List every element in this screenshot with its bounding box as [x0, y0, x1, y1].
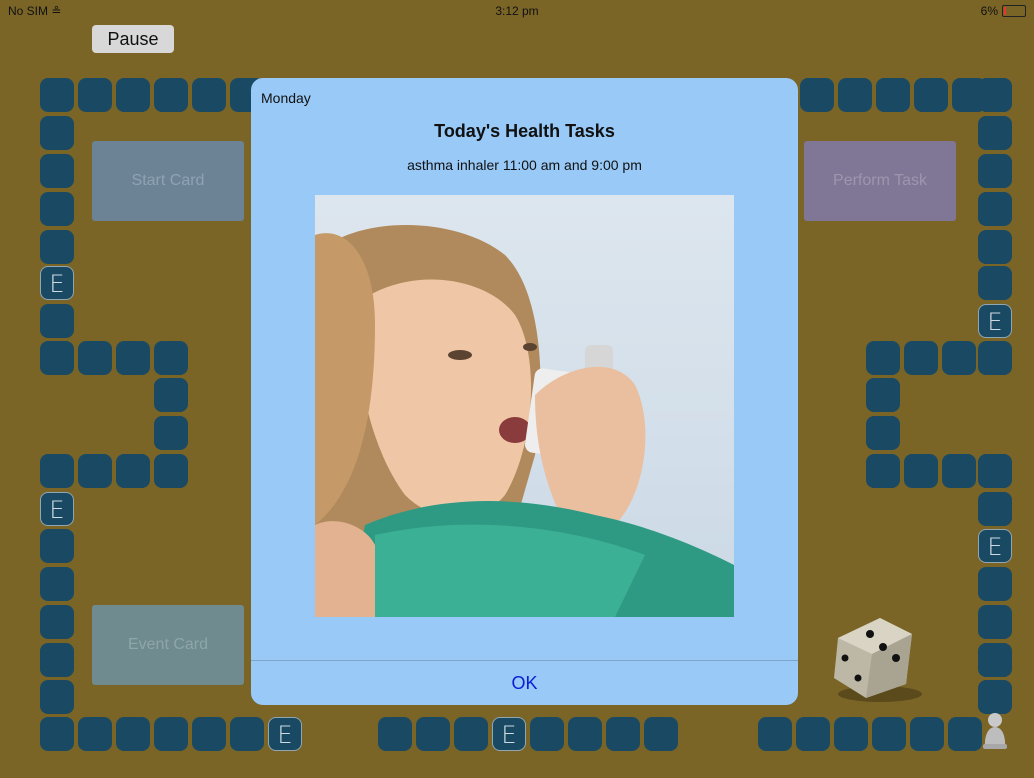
- board-tile: [40, 116, 74, 150]
- board-tile: [154, 454, 188, 488]
- board-tile: [866, 454, 900, 488]
- board-tile: [866, 341, 900, 375]
- board-tile: [40, 154, 74, 188]
- pause-button[interactable]: Pause: [92, 25, 174, 53]
- event-card-button[interactable]: Event Card: [92, 605, 244, 685]
- board-tile: [978, 154, 1012, 188]
- board-tile: [40, 304, 74, 338]
- board-tile: [192, 717, 226, 751]
- day-label: Monday: [261, 90, 311, 106]
- board-tile: [40, 341, 74, 375]
- board-tile: [154, 717, 188, 751]
- board-tile: [904, 454, 938, 488]
- board-tile: [914, 78, 948, 112]
- board-tile: [838, 78, 872, 112]
- board-tile: [978, 454, 1012, 488]
- board-tile: [978, 492, 1012, 526]
- battery-percent: 6%: [980, 4, 998, 18]
- board-tile: [78, 717, 112, 751]
- board-tile: [78, 454, 112, 488]
- board-tile: [40, 192, 74, 226]
- board-tile: [910, 717, 944, 751]
- board-tile: [876, 78, 910, 112]
- board-tile: [978, 680, 1012, 714]
- event-tile: E: [40, 266, 74, 300]
- board-tile: [948, 717, 982, 751]
- board-tile: [40, 454, 74, 488]
- board-tile: [154, 378, 188, 412]
- board-tile: [116, 717, 150, 751]
- board-tile: [230, 717, 264, 751]
- board-tile: [116, 454, 150, 488]
- board-tile: [40, 78, 74, 112]
- ok-button[interactable]: OK: [251, 661, 798, 705]
- board-tile: [568, 717, 602, 751]
- board-tile: [904, 341, 938, 375]
- dice[interactable]: [820, 598, 930, 708]
- start-card-button[interactable]: Start Card: [92, 141, 244, 221]
- board-tile: [154, 416, 188, 450]
- board-tile: [40, 680, 74, 714]
- event-tile: E: [40, 492, 74, 526]
- task-description: asthma inhaler 11:00 am and 9:00 pm: [407, 157, 642, 173]
- board-tile: [116, 341, 150, 375]
- status-time: 3:12 pm: [495, 4, 539, 18]
- board-tile: [154, 78, 188, 112]
- board-tile: [40, 605, 74, 639]
- board-tile: [800, 78, 834, 112]
- board-tile: [40, 529, 74, 563]
- board-tile: [866, 378, 900, 412]
- board-tile: [978, 567, 1012, 601]
- event-tile: E: [978, 529, 1012, 563]
- board-tile: [796, 717, 830, 751]
- board-tile: [978, 605, 1012, 639]
- board-tile: [978, 116, 1012, 150]
- board-tile: [530, 717, 564, 751]
- board-tile: [416, 717, 450, 751]
- board-tile: [606, 717, 640, 751]
- board-tile: [78, 78, 112, 112]
- board-tile: [758, 717, 792, 751]
- dialog-title: Today's Health Tasks: [434, 121, 615, 141]
- board-tile: [192, 78, 226, 112]
- status-bar: No SIM ≗ 3:12 pm 6%: [0, 0, 1034, 20]
- player-token-icon[interactable]: [978, 710, 1012, 750]
- board-tile: [978, 643, 1012, 677]
- board-tile: [378, 717, 412, 751]
- board-tile: [40, 567, 74, 601]
- health-tasks-dialog: Monday Today's Health Tasks asthma inhal…: [251, 78, 798, 705]
- board-tile: [834, 717, 868, 751]
- board-tile: [40, 643, 74, 677]
- board-tile: [40, 717, 74, 751]
- board-tile: [866, 416, 900, 450]
- board-tile: [978, 78, 1012, 112]
- board-tile: [154, 341, 188, 375]
- board-tile: [942, 454, 976, 488]
- board-tile: [454, 717, 488, 751]
- battery-icon: [1002, 5, 1026, 17]
- asthma-inhaler-photo: [315, 195, 734, 617]
- battery-status: 6%: [981, 4, 1026, 18]
- board-tile: [978, 266, 1012, 300]
- board-tile: [978, 230, 1012, 264]
- event-tile: E: [492, 717, 526, 751]
- board-tile: [978, 192, 1012, 226]
- event-tile: E: [978, 304, 1012, 338]
- board-tile: [116, 78, 150, 112]
- board-tile: [978, 341, 1012, 375]
- event-tile: E: [268, 717, 302, 751]
- board-tile: [872, 717, 906, 751]
- board-tile: [644, 717, 678, 751]
- board-tile: [78, 341, 112, 375]
- board-tile: [942, 341, 976, 375]
- perform-task-button[interactable]: Perform Task: [804, 141, 956, 221]
- board-tile: [40, 230, 74, 264]
